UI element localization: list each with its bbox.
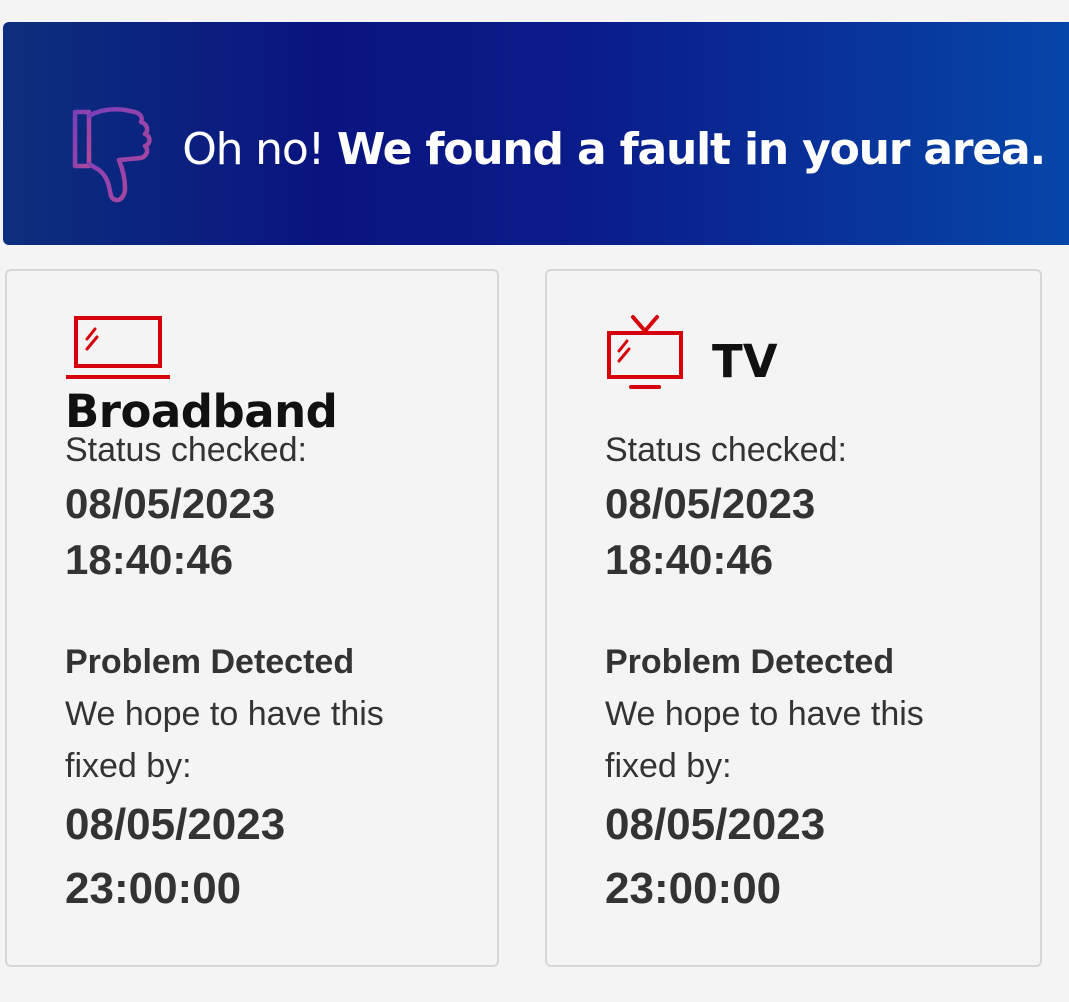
card-title: Broadband — [65, 385, 338, 438]
thumbs-down-icon — [69, 104, 155, 208]
card-title: TV — [712, 335, 778, 388]
status-checked-date: 08/05/2023 — [65, 480, 276, 527]
fix-estimate-text-line-1: We hope to have this — [65, 695, 384, 733]
fix-estimate-text-line-1: We hope to have this — [605, 695, 924, 733]
banner-headline: We found a fault in your area. — [336, 124, 1046, 175]
fix-estimate-text-line-2: fixed by: — [65, 747, 192, 785]
banner-message: Oh no! We found a fault in your area. — [182, 128, 1046, 172]
problem-detected-label: Problem Detected — [605, 643, 895, 681]
tv-icon — [605, 313, 685, 395]
tv-status-card: TV Status checked: 08/05/2023 18:40:46 P… — [545, 269, 1042, 967]
status-checked-label: Status checked: — [605, 431, 847, 469]
status-checked-date: 08/05/2023 — [605, 480, 816, 527]
banner-prefix: Oh no! — [182, 124, 325, 175]
fault-banner: Oh no! We found a fault in your area. — [3, 22, 1069, 245]
fix-estimate-time: 23:00:00 — [605, 864, 782, 913]
fix-estimate-date: 08/05/2023 — [605, 800, 826, 849]
broadband-status-card: Broadband Status checked: 08/05/2023 18:… — [5, 269, 499, 967]
fix-estimate-time: 23:00:00 — [65, 864, 242, 913]
problem-detected-label: Problem Detected — [65, 643, 355, 681]
fix-estimate-text-line-2: fixed by: — [605, 747, 732, 785]
status-checked-time: 18:40:46 — [605, 536, 774, 583]
fix-estimate-date: 08/05/2023 — [65, 800, 286, 849]
status-checked-label: Status checked: — [65, 431, 307, 469]
status-checked-time: 18:40:46 — [65, 536, 234, 583]
laptop-icon — [65, 315, 171, 381]
